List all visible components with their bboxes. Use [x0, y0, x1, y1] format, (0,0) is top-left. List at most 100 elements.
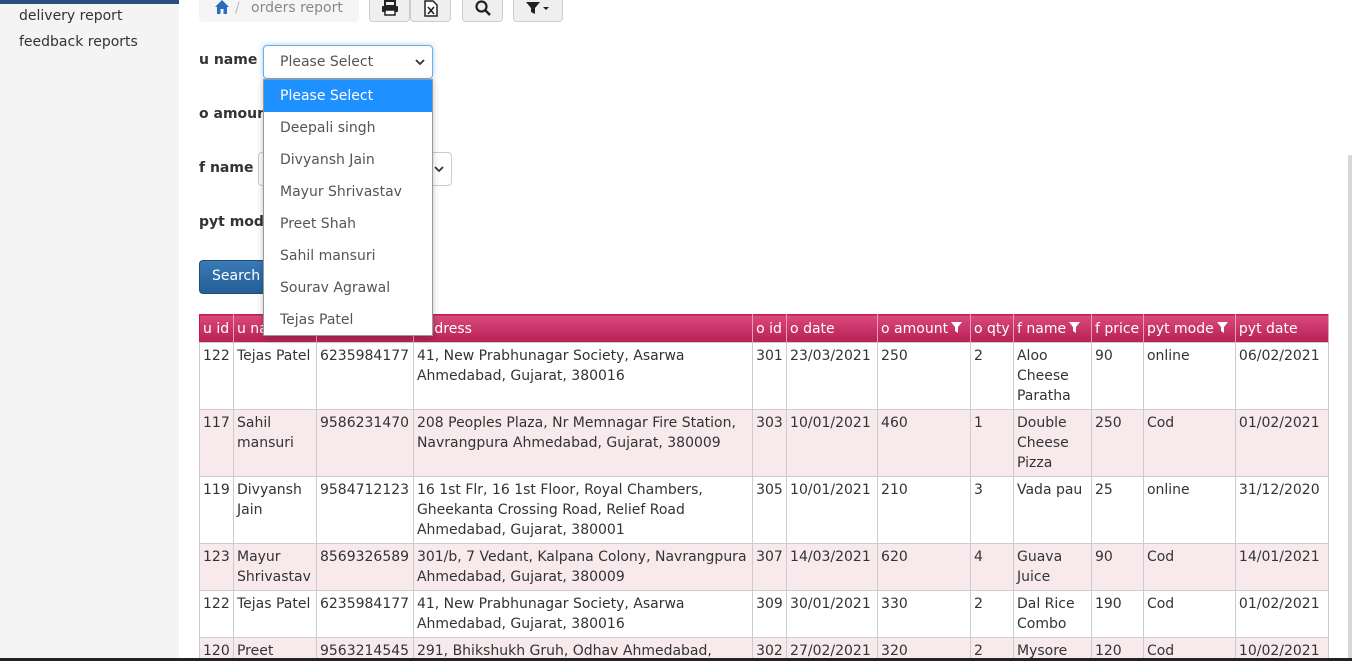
cell-address: 16 1st Flr, 16 1st Floor, Royal Chambers… — [412, 476, 754, 544]
cell-o-date: 10/01/2021 — [786, 476, 879, 544]
cell-mobile: 6235984177 — [315, 342, 414, 410]
sidebar-top-bar — [0, 0, 179, 4]
column-header[interactable]: o date — [786, 314, 879, 343]
cell-pyt-date: 14/01/2021 — [1234, 543, 1330, 591]
cell-o-id: 307 — [752, 543, 788, 591]
excel-icon — [423, 0, 438, 17]
table-row: 122 Tejas Patel 6235984177 41, New Prabhuna… — [199, 342, 1330, 410]
cell-pyt-mode: online — [1142, 476, 1236, 544]
dropdown-option[interactable]: Divyansh Jain — [264, 144, 432, 176]
cell-f-name: Aloo Cheese Paratha — [1012, 342, 1092, 410]
column-header[interactable]: u id — [199, 314, 234, 343]
cell-u-id: 122 — [199, 342, 234, 410]
cell-o-id: 309 — [752, 590, 788, 638]
dropdown-option[interactable]: Mayur Shrivastav — [264, 176, 432, 208]
cell-u-name: Tejas Patel — [232, 590, 317, 638]
table-row: 117 Sahil mansuri 9586231470 208 Peoples Pl… — [199, 409, 1330, 477]
dropdown-option[interactable]: Sourav Agrawal — [264, 272, 432, 304]
breadcrumb-separator: / — [235, 0, 240, 16]
cell-f-price: 25 — [1090, 476, 1144, 544]
dropdown-option[interactable]: Tejas Patel — [264, 304, 432, 336]
cell-o-qty: 1 — [970, 409, 1014, 477]
cell-f-price: 90 — [1090, 342, 1144, 410]
cell-o-qty: 4 — [970, 543, 1014, 591]
table-row: 119 Divyansh Jain 9584712123 16 1st Flr, 16… — [199, 476, 1330, 544]
cell-pyt-date: 01/02/2021 — [1234, 590, 1330, 638]
cell-o-qty: 2 — [970, 590, 1014, 638]
filter-icon[interactable] — [1069, 321, 1081, 337]
table-row: 122 Tejas Patel 6235984177 41, New Prabhuna… — [199, 590, 1330, 638]
cell-o-date: 23/03/2021 — [786, 342, 879, 410]
cell-u-name: Sahil mansuri — [232, 409, 317, 477]
cell-o-amount: 210 — [877, 476, 971, 544]
table-row: 123 Mayur Shrivastav 8569326589 301/b, 7 Ve… — [199, 543, 1330, 591]
cell-pyt-mode: Cod — [1142, 543, 1236, 591]
dropdown-option[interactable]: Sahil mansuri — [264, 240, 432, 272]
cell-pyt-date: 31/12/2020 — [1234, 476, 1330, 544]
cell-u-id: 122 — [199, 590, 234, 638]
cell-o-date: 14/03/2021 — [786, 543, 879, 591]
column-header[interactable]: o id — [752, 314, 788, 343]
cell-o-id: 303 — [752, 409, 788, 477]
scrollbar[interactable] — [1348, 155, 1352, 661]
cell-address: 41, New Prabhunagar Society, Asarwa Ahme… — [412, 590, 754, 638]
filter-icon[interactable] — [951, 321, 963, 337]
sidebar-item-feedback-reports[interactable]: feedback reports — [19, 34, 138, 50]
cell-mobile: 9584712123 — [315, 476, 414, 544]
cell-f-price: 250 — [1090, 409, 1144, 477]
dropdown-option[interactable]: Please Select — [264, 80, 432, 112]
search-button[interactable]: Search — [199, 260, 269, 294]
cell-u-id: 117 — [199, 409, 234, 477]
filter-icon — [525, 1, 551, 15]
cell-o-amount: 460 — [877, 409, 971, 477]
search-toolbar-button[interactable] — [462, 0, 503, 22]
chevron-down-icon — [414, 56, 426, 72]
sidebar-item-delivery-report[interactable]: delivery report — [19, 8, 122, 24]
cell-f-price: 190 — [1090, 590, 1144, 638]
cell-u-name: Tejas Patel — [232, 342, 317, 410]
cell-f-price: 90 — [1090, 543, 1144, 591]
orders-table: u id u name mobile address o id o date o… — [199, 314, 1330, 661]
filter-icon[interactable] — [1216, 321, 1228, 337]
column-header[interactable]: f price — [1091, 314, 1144, 343]
cell-mobile: 6235984177 — [315, 590, 414, 638]
cell-f-name: Double Cheese Pizza — [1012, 409, 1092, 477]
dropdown-option[interactable]: Preet Shah — [264, 208, 432, 240]
cell-mobile: 8569326589 — [315, 543, 414, 591]
cell-o-id: 305 — [752, 476, 788, 544]
sidebar: delivery report feedback reports — [0, 0, 179, 661]
cell-pyt-mode: Cod — [1142, 590, 1236, 638]
cell-o-amount: 250 — [877, 342, 971, 410]
column-header[interactable]: f name — [1013, 314, 1092, 343]
search-icon — [474, 0, 491, 16]
column-header[interactable]: pyt mode — [1143, 314, 1236, 343]
print-button[interactable] — [369, 0, 410, 22]
cell-o-qty: 3 — [970, 476, 1014, 544]
filter-dropdown-button[interactable] — [513, 0, 563, 22]
cell-address: 301/b, 7 Vedant, Kalpana Colony, Navrang… — [412, 543, 754, 591]
column-header[interactable]: pyt date — [1235, 314, 1330, 343]
dropdown-option[interactable]: Deepali singh — [264, 112, 432, 144]
cell-f-name: Dal Rice Combo — [1012, 590, 1092, 638]
column-header[interactable]: address — [413, 314, 754, 343]
cell-o-amount: 620 — [877, 543, 971, 591]
uname-select[interactable]: Please Select — [263, 45, 433, 79]
cell-u-name: Divyansh Jain — [232, 476, 317, 544]
cell-o-date: 10/01/2021 — [786, 409, 879, 477]
uname-select-value: Please Select — [280, 54, 374, 70]
export-excel-button[interactable] — [410, 0, 451, 22]
column-header[interactable]: o amount — [877, 314, 971, 343]
cell-o-date: 30/01/2021 — [786, 590, 879, 638]
chevron-down-icon — [433, 163, 445, 179]
cell-f-name: Vada pau — [1012, 476, 1092, 544]
column-header[interactable]: o qty — [970, 314, 1014, 343]
cell-o-qty: 2 — [970, 342, 1014, 410]
cell-pyt-mode: online — [1142, 342, 1236, 410]
breadcrumb: / orders report — [199, 0, 359, 22]
cell-pyt-date: 06/02/2021 — [1234, 342, 1330, 410]
cell-mobile: 9586231470 — [315, 409, 414, 477]
cell-pyt-mode: Cod — [1142, 409, 1236, 477]
home-icon[interactable] — [214, 0, 230, 15]
cell-pyt-date: 01/02/2021 — [1234, 409, 1330, 477]
cell-o-id: 301 — [752, 342, 788, 410]
